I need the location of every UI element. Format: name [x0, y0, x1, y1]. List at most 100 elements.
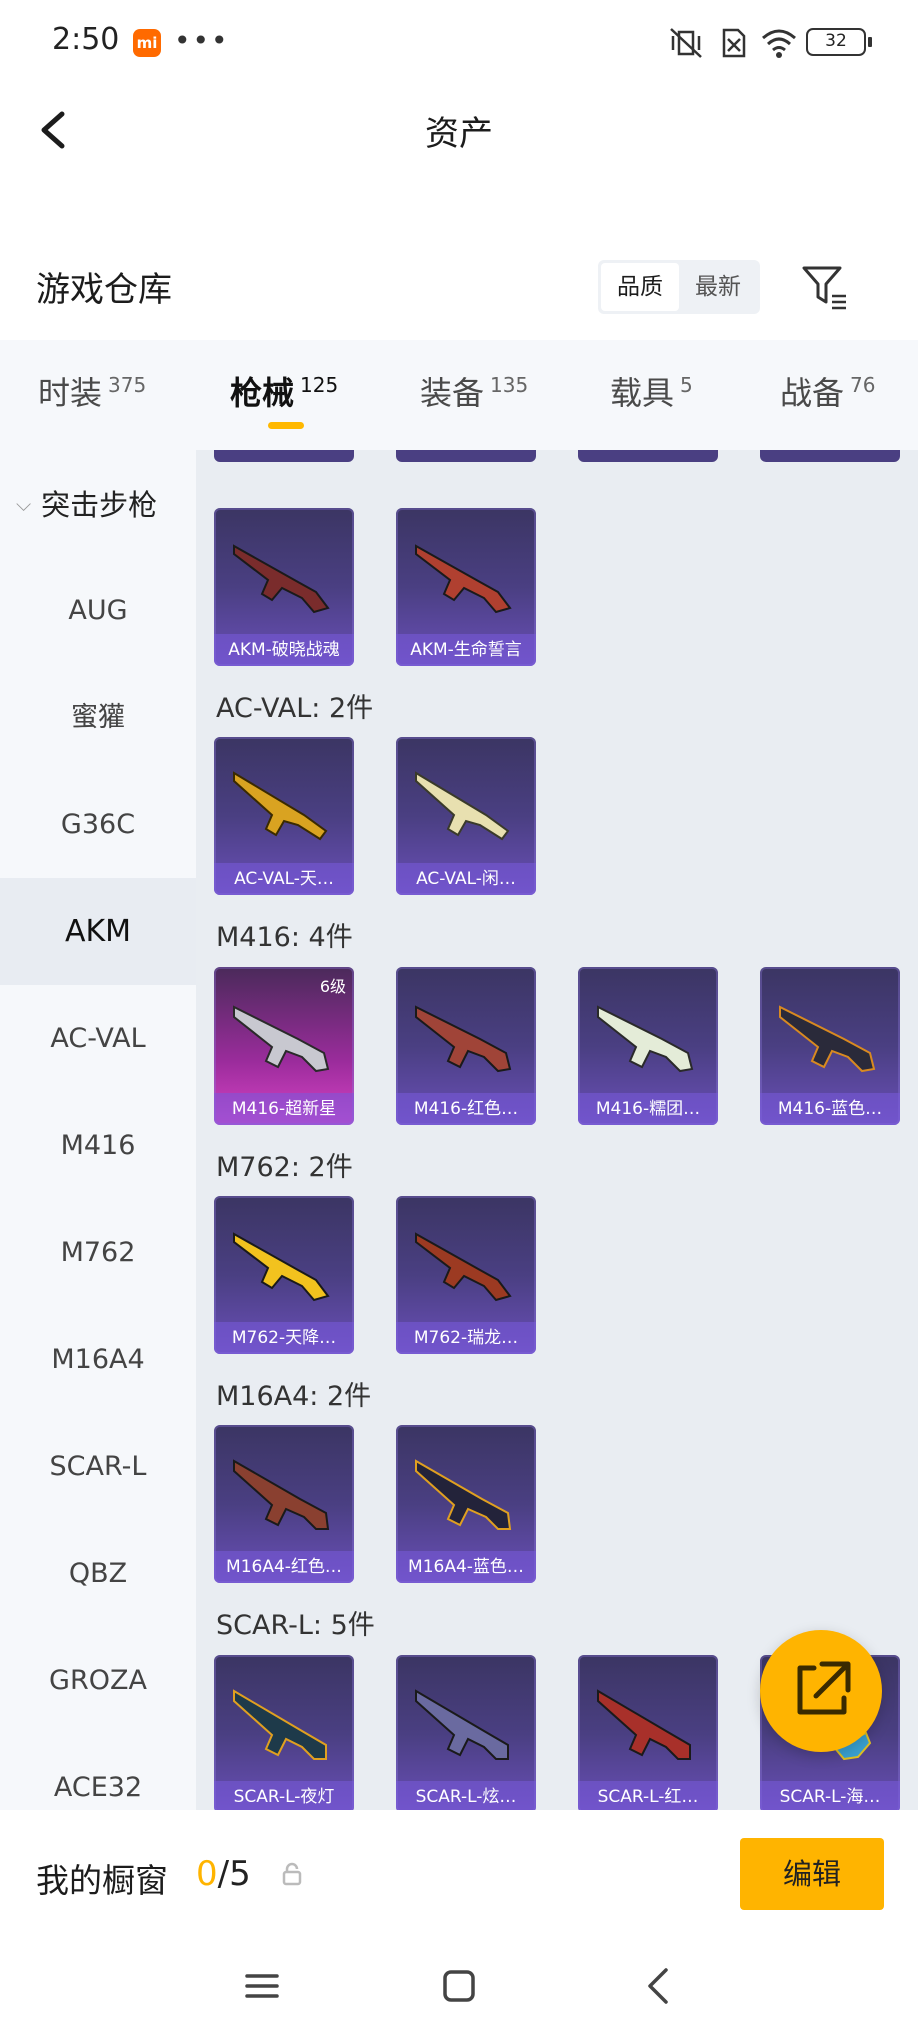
card-stub [578, 450, 718, 462]
group-title-m416: M416: 4件 [216, 922, 353, 953]
edit-button[interactable]: 编辑 [740, 1838, 884, 1910]
page-title: 资产 [425, 114, 493, 154]
sort-by-quality[interactable]: 品质 [601, 263, 679, 311]
tab-equipment[interactable]: 装备 135 [420, 368, 528, 414]
sidebar-item-qbz[interactable]: QBZ [0, 1520, 196, 1627]
active-tab-indicator [268, 422, 304, 429]
rifle-icon [597, 1689, 691, 1760]
weapon-card-label: SCAR-L-红… [578, 1781, 718, 1810]
weapon-card-label: AC-VAL-天… [214, 863, 354, 895]
weapon-card[interactable]: AC-VAL-天… [214, 737, 354, 895]
weapon-card-label: AKM-破晓战魂 [214, 634, 354, 666]
group-title-m762: M762: 2件 [216, 1152, 353, 1183]
weapon-card-label: SCAR-L-炫… [396, 1781, 536, 1810]
weapon-card[interactable]: M416-糯团… [578, 967, 718, 1125]
no-sim-icon [722, 28, 746, 58]
tab-supplies[interactable]: 战备 76 [780, 368, 875, 414]
showcase-bar: 我的橱窗 0/5 编辑 [0, 1810, 918, 1940]
sidebar-item-ac-val[interactable]: AC-VAL [0, 985, 196, 1092]
card-stub [760, 450, 900, 462]
weapon-card-label: M416-超新星 [214, 1093, 354, 1125]
weapon-card[interactable]: M762-瑞龙… [396, 1196, 536, 1354]
sort-by-newest[interactable]: 最新 [679, 263, 757, 311]
weapon-card[interactable]: 6级 M416-超新星 [214, 967, 354, 1125]
sidebar-item-g36c[interactable]: G36C [0, 771, 196, 878]
chevron-down-icon: ⌵ [16, 492, 32, 516]
tab-count: 125 [300, 373, 339, 397]
share-button[interactable] [760, 1630, 882, 1752]
sidebar-item-m16a4[interactable]: M16A4 [0, 1306, 196, 1413]
warehouse-title: 游戏仓库 [36, 270, 172, 310]
weapon-card-label: M762-瑞龙… [396, 1322, 536, 1354]
sidebar-item-ace32[interactable]: ACE32 [0, 1734, 196, 1810]
rifle-icon [779, 1005, 876, 1073]
rifle-icon [233, 1232, 330, 1302]
sidebar-item-groza[interactable]: GROZA [0, 1627, 196, 1734]
rifle-icon [415, 1232, 512, 1302]
weapon-type-sidebar: ⌵ 突击步枪 AUG 蜜獾 G36C AKM AC-VAL M416 M762 M… [0, 450, 196, 1810]
sidebar-category-label: 突击步枪 [41, 488, 158, 522]
card-stub [214, 450, 354, 462]
wifi-icon [762, 29, 796, 58]
weapon-card-label: M762-天降… [214, 1322, 354, 1354]
rifle-icon [233, 771, 328, 841]
tab-label: 装备 [420, 374, 485, 412]
weapon-card[interactable]: M416-红色… [396, 967, 536, 1125]
back-nav-icon[interactable] [644, 1966, 674, 2006]
sidebar-category[interactable]: ⌵ 突击步枪 [16, 482, 157, 524]
home-icon[interactable] [441, 1968, 477, 2004]
filter-icon[interactable] [800, 262, 850, 312]
tab-count: 5 [680, 373, 693, 397]
weapon-card[interactable]: SCAR-L-炫… [396, 1655, 536, 1810]
status-time: 2:50 [52, 22, 120, 57]
weapon-card[interactable]: M762-天降… [214, 1196, 354, 1354]
card-stub [396, 450, 536, 462]
more-notifications-icon: ••• [174, 24, 230, 57]
tab-count: 375 [108, 373, 147, 397]
weapon-card[interactable]: AKM-破晓战魂 [214, 508, 354, 666]
weapon-card-label: M416-红色… [396, 1093, 536, 1125]
sidebar-item-m762[interactable]: M762 [0, 1199, 196, 1306]
showcase-total: /5 [217, 1854, 251, 1894]
weapon-card[interactable]: SCAR-L-红… [578, 1655, 718, 1810]
rifle-icon [233, 544, 330, 614]
rifle-icon [233, 1459, 330, 1530]
menu-icon[interactable] [244, 1968, 280, 2004]
sidebar-item-aug[interactable]: AUG [0, 557, 196, 664]
showcase-current: 0 [196, 1854, 218, 1894]
weapon-card[interactable]: AKM-生命誓言 [396, 508, 536, 666]
rifle-icon [233, 1005, 330, 1073]
showcase-count: 0/5 [196, 1854, 251, 1894]
system-nav-bar [0, 1940, 918, 2040]
weapon-card[interactable]: SCAR-L-夜灯 [214, 1655, 354, 1810]
sidebar-item-scar-l[interactable]: SCAR-L [0, 1413, 196, 1520]
sidebar-item-m416[interactable]: M416 [0, 1092, 196, 1199]
tab-label: 枪械 [230, 374, 295, 412]
share-icon [797, 1661, 851, 1715]
weapon-card[interactable]: AC-VAL-闲… [396, 737, 536, 895]
group-title-m16a4: M16A4: 2件 [216, 1381, 372, 1412]
battery-indicator: 32 [806, 28, 872, 56]
rifle-icon [597, 1005, 694, 1073]
weapon-card-label: M416-糯团… [578, 1093, 718, 1125]
tab-count: 135 [490, 373, 529, 397]
vibrate-off-icon [670, 28, 702, 58]
tab-label: 载具 [610, 374, 675, 412]
weapon-card[interactable]: M16A4-蓝色… [396, 1425, 536, 1583]
weapon-card[interactable]: M16A4-红色… [214, 1425, 354, 1583]
weapon-card[interactable]: M416-蓝色… [760, 967, 900, 1125]
tab-vehicles[interactable]: 载具 5 [610, 368, 693, 414]
lock-icon [282, 1862, 302, 1886]
status-bar: 2:50 mi ••• 32 [0, 0, 918, 84]
tab-count: 76 [850, 373, 876, 397]
sidebar-item-honey-badger[interactable]: 蜜獾 [0, 664, 196, 771]
rifle-icon [233, 1689, 327, 1760]
sidebar-item-akm[interactable]: AKM [0, 878, 196, 985]
group-title-scar-l: SCAR-L: 5件 [216, 1610, 375, 1641]
tab-outfits[interactable]: 时装 375 [38, 368, 146, 414]
weapon-card-label: M416-蓝色… [760, 1093, 900, 1125]
rifle-icon [415, 1689, 509, 1760]
weapon-card-label: SCAR-L-夜灯 [214, 1781, 354, 1810]
tab-firearms[interactable]: 枪械 125 [230, 368, 338, 414]
tab-label: 时装 [38, 374, 103, 412]
